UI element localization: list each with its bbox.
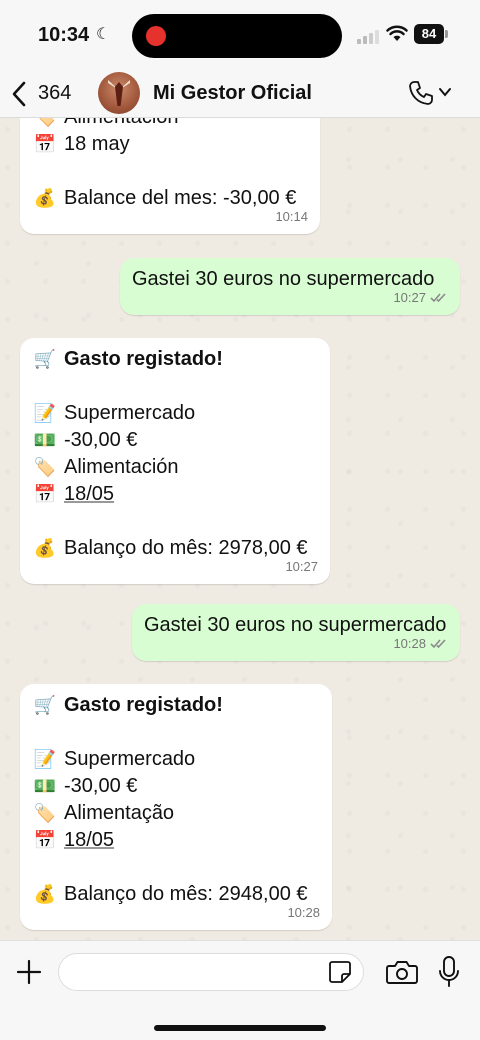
incoming-message[interactable]: 🏷️ Alimentación 📅 18 may 💰 Balance del m… — [20, 118, 320, 234]
status-time: 10:34 — [38, 24, 90, 46]
calendar-icon: 📅 — [33, 484, 57, 504]
message-text: Alimentación — [64, 118, 179, 131]
message-input[interactable] — [58, 953, 364, 991]
tag-icon: 🏷️ — [33, 803, 57, 823]
banknote-icon: 💵 — [33, 776, 57, 796]
message-line: 📝 Supermercado — [32, 400, 318, 427]
wifi-icon — [386, 25, 408, 41]
avatar-tie — [115, 82, 123, 106]
message-time: 10:28 — [393, 630, 448, 657]
double-check-icon — [430, 639, 446, 649]
message-timestamp: 10:27 — [393, 290, 426, 305]
outgoing-message[interactable]: Gastei 30 euros no supermercado 10:27 — [120, 258, 460, 315]
cart-icon: 🛒 — [33, 695, 57, 715]
microphone-icon[interactable] — [438, 956, 460, 988]
date-link[interactable]: 18/05 — [64, 481, 114, 508]
calendar-icon: 📅 — [33, 830, 57, 850]
status-bar: 10:34 ☾ 84 — [0, 0, 480, 70]
message-timestamp: 10:28 — [287, 905, 320, 920]
outgoing-message[interactable]: Gastei 30 euros no supermercado 10:28 — [132, 604, 460, 661]
message-timestamp: 10:27 — [285, 559, 318, 574]
message-text: Supermercado — [64, 402, 196, 424]
sticker-icon[interactable] — [328, 960, 352, 984]
message-text: Alimentação — [64, 802, 175, 824]
message-text: Balanço do mês: 2948,00 € — [64, 883, 308, 905]
message-time: 10:14 — [275, 203, 308, 230]
message-time: 10:27 — [285, 553, 318, 580]
message-text: Balanço do mês: 2978,00 € — [64, 537, 308, 559]
phone-icon[interactable] — [408, 80, 434, 106]
contact-name[interactable]: Mi Gestor Oficial — [153, 82, 312, 105]
chat-header: 364 Mi Gestor Oficial — [0, 70, 480, 118]
message-timestamp: 10:14 — [275, 209, 308, 224]
message-line: 💵 -30,00 € — [32, 427, 318, 454]
dynamic-island — [132, 14, 342, 58]
message-line: 🏷️ Alimentación — [32, 454, 318, 481]
calendar-icon: 📅 — [33, 134, 57, 154]
chevron-down-icon[interactable] — [438, 86, 452, 98]
message-line: 📝 Supermercado — [32, 746, 320, 773]
message-line: 📅 18 may — [32, 131, 308, 158]
chat-area[interactable]: 🏷️ Alimentación 📅 18 may 💰 Balance del m… — [0, 118, 480, 940]
message-title: Gasto registado! — [64, 348, 223, 370]
double-check-icon — [430, 293, 446, 303]
memo-icon: 📝 — [33, 749, 57, 769]
back-unread-count[interactable]: 364 — [38, 82, 71, 105]
date-link[interactable]: 18/05 — [64, 827, 114, 854]
message-line: 🛒 Gasto registado! — [32, 346, 318, 373]
tag-icon: 🏷️ — [33, 457, 57, 477]
message-line: 💰 Balance del mes: -30,00 € — [32, 185, 308, 212]
cart-icon: 🛒 — [33, 349, 57, 369]
home-indicator[interactable] — [154, 1025, 326, 1031]
message-text: Alimentación — [64, 456, 179, 478]
message-title: Gasto registado! — [64, 694, 223, 716]
tag-icon: 🏷️ — [32, 118, 58, 131]
message-time: 10:27 — [393, 284, 448, 311]
recording-indicator-icon — [146, 26, 166, 46]
message-text: Gastei 30 euros no supermercado — [132, 268, 435, 290]
avatar[interactable] — [98, 72, 140, 114]
memo-icon: 📝 — [33, 403, 57, 423]
message-time: 10:28 — [287, 899, 320, 926]
signal-icon — [357, 30, 379, 44]
message-line: 🛒 Gasto registado! — [32, 692, 320, 719]
message-text: Balance del mes: -30,00 € — [64, 187, 297, 209]
money-bag-icon: 💰 — [33, 884, 57, 904]
message-line: 🏷️ Alimentación — [32, 118, 308, 131]
incoming-message[interactable]: 🛒 Gasto registado! 📝 Supermercado 💵 -30,… — [20, 684, 332, 930]
money-bag-icon: 💰 — [33, 538, 57, 558]
message-text: -30,00 € — [64, 775, 138, 797]
chevron-left-icon[interactable] — [10, 80, 28, 108]
moon-icon: ☾ — [96, 26, 111, 43]
message-timestamp: 10:28 — [393, 636, 426, 651]
message-text: Supermercado — [64, 748, 196, 770]
money-bag-icon: 💰 — [33, 188, 57, 208]
incoming-message[interactable]: 🛒 Gasto registado! 📝 Supermercado 💵 -30,… — [20, 338, 330, 584]
battery-indicator: 84 — [414, 24, 448, 44]
message-line: 💰 Balanço do mês: 2978,00 € — [32, 535, 318, 562]
composer-bar — [0, 940, 480, 1040]
message-line: 🏷️ Alimentação — [32, 800, 320, 827]
message-line: 📅 18/05 — [32, 481, 318, 508]
message-text: -30,00 € — [64, 429, 138, 451]
message-line: 📅 18/05 — [32, 827, 320, 854]
message-line: 💵 -30,00 € — [32, 773, 320, 800]
plus-icon[interactable] — [16, 959, 42, 985]
message-line: 💰 Balanço do mês: 2948,00 € — [32, 881, 320, 908]
message-text: 18 may — [64, 133, 130, 155]
camera-icon[interactable] — [386, 959, 418, 985]
banknote-icon: 💵 — [33, 430, 57, 450]
